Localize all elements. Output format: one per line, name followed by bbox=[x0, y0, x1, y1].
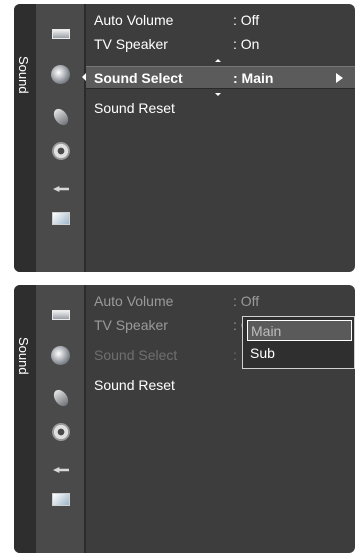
picture-icon[interactable] bbox=[51, 307, 71, 323]
sound-menu-panel-2: Sound Auto Volume : Off TV Speaker : On … bbox=[14, 285, 355, 553]
side-tab: Sound bbox=[14, 4, 36, 272]
menu-item-label: Sound Select bbox=[94, 70, 183, 86]
channel-icon[interactable] bbox=[50, 106, 72, 128]
setup-icon[interactable] bbox=[51, 142, 71, 160]
scroll-down-icon bbox=[215, 93, 221, 96]
menu-item-label: Auto Volume bbox=[94, 293, 174, 309]
sound-menu-panel-1: Sound Auto Volume : Off TV Speaker : On … bbox=[14, 4, 355, 272]
menu-icon-column bbox=[36, 285, 86, 553]
side-tab-label: Sound bbox=[16, 337, 31, 375]
input-icon[interactable] bbox=[51, 180, 71, 196]
dropdown-option-sub[interactable]: Sub bbox=[247, 343, 352, 364]
menu-item-value: : Off bbox=[233, 293, 260, 309]
side-tab: Sound bbox=[14, 285, 36, 553]
dropdown-option-main[interactable]: Main bbox=[247, 320, 352, 341]
picture-icon[interactable] bbox=[51, 26, 71, 42]
application-icon[interactable] bbox=[51, 491, 71, 507]
menu-item-value: : Off bbox=[233, 12, 260, 28]
menu-item-label: Sound Select bbox=[94, 347, 178, 363]
menu-icon-column bbox=[36, 4, 86, 272]
menu-item-value: : Main bbox=[233, 70, 274, 86]
menu-item-label: TV Speaker bbox=[94, 36, 168, 52]
sound-icon[interactable] bbox=[51, 346, 71, 365]
setup-icon[interactable] bbox=[51, 423, 71, 441]
sound-select-dropdown[interactable]: Main Sub bbox=[242, 316, 355, 369]
submenu-arrow-icon bbox=[336, 73, 343, 83]
scroll-up-icon bbox=[215, 59, 221, 62]
menu-item-label: Sound Reset bbox=[94, 100, 175, 116]
menu-item-value: : bbox=[233, 347, 237, 363]
menu-item-label: TV Speaker bbox=[94, 317, 168, 333]
sound-icon[interactable] bbox=[51, 65, 71, 84]
channel-icon[interactable] bbox=[50, 387, 72, 409]
application-icon[interactable] bbox=[51, 210, 71, 226]
menu-item-label: Sound Reset bbox=[94, 377, 175, 393]
side-tab-label: Sound bbox=[16, 56, 31, 94]
input-icon[interactable] bbox=[51, 461, 71, 477]
menu-item-value: : On bbox=[233, 36, 260, 52]
menu-item-label: Auto Volume bbox=[94, 12, 174, 28]
